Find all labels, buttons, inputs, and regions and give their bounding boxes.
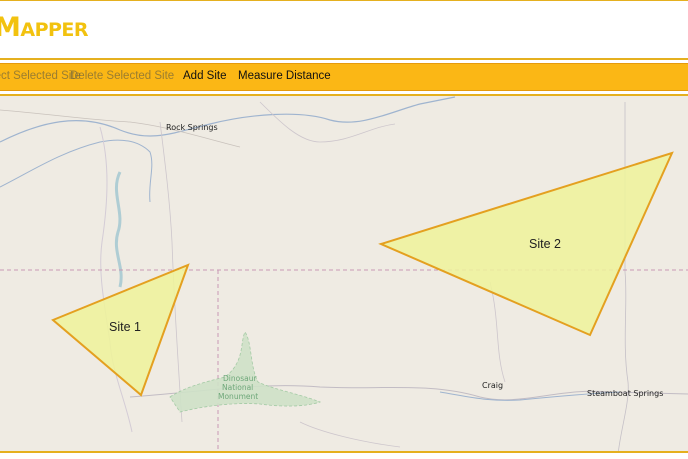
site-2-label: Site 2 — [529, 237, 561, 251]
app-logo: Mapper — [0, 12, 89, 43]
app-header: Mapper — [0, 0, 688, 60]
site-2-polygon[interactable] — [378, 151, 674, 337]
measure-distance-button[interactable]: Measure Distance — [238, 70, 331, 82]
label-park-line3: Monument — [218, 392, 258, 401]
add-site-button[interactable]: Add Site — [183, 70, 226, 82]
map-layer[interactable]: Rock Springs Craig Steamboat Springs Din… — [0, 96, 688, 453]
label-steamboat-springs: Steamboat Springs — [587, 389, 663, 398]
label-craig: Craig — [482, 381, 503, 390]
label-park-line2: National — [222, 383, 253, 392]
toolbar: Select Selected Site Delete Selected Sit… — [0, 63, 688, 91]
label-park-line1: Dinosaur — [223, 374, 257, 383]
map-canvas[interactable]: Rock Springs Craig Steamboat Springs Din… — [0, 94, 688, 453]
site-1-label: Site 1 — [109, 320, 141, 334]
select-selected-site-button[interactable]: Select Selected Site — [0, 70, 81, 82]
label-rock-springs: Rock Springs — [166, 123, 218, 132]
delete-selected-site-button[interactable]: Delete Selected Site — [70, 70, 174, 82]
